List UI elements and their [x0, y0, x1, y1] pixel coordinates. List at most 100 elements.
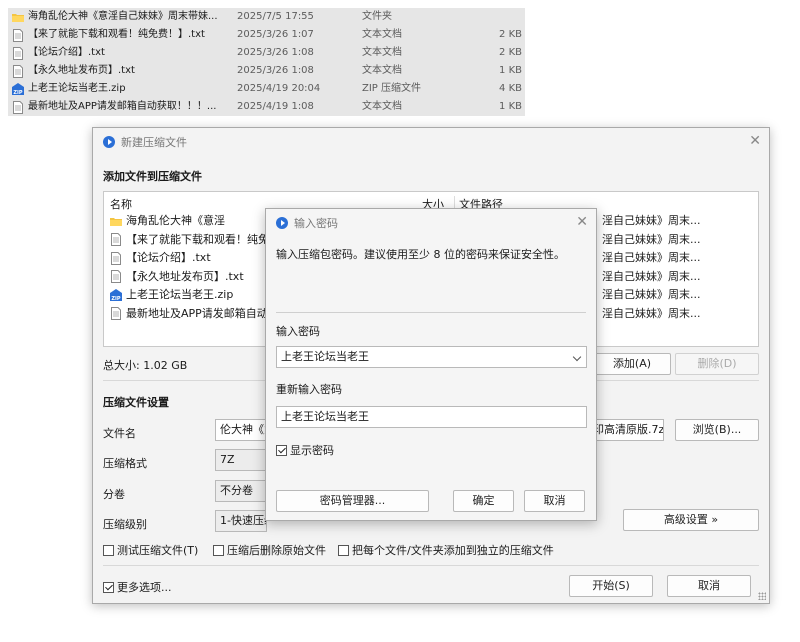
- file-size: 1 KB: [499, 65, 522, 76]
- list-item-path: 淫自己妹妹》周末...: [602, 214, 701, 227]
- list-item-path: 淫自己妹妹》周末...: [602, 232, 701, 246]
- column-header-name[interactable]: 名称: [110, 196, 132, 212]
- filename-input[interactable]: 伦大神《意: [215, 419, 267, 441]
- resize-grip-icon[interactable]: [758, 592, 766, 600]
- password-dialog-title: 输入密码: [294, 217, 338, 230]
- checkbox-box[interactable]: [213, 545, 224, 556]
- folder-icon: [12, 11, 24, 24]
- list-item-name: 最新地址及APP请发邮箱自动获: [126, 306, 279, 320]
- filename-input-tail[interactable]: 印高清原版.7z: [590, 419, 664, 441]
- list-item-name: 【论坛介绍】.txt: [126, 251, 211, 264]
- browse-button[interactable]: 浏览(B)...: [675, 419, 759, 441]
- chevron-down-icon[interactable]: [572, 352, 582, 362]
- file-date: 2025/7/5 17:55: [237, 11, 314, 22]
- checkbox-box[interactable]: [276, 445, 287, 456]
- explorer-row[interactable]: 海角乱伦大神《意淫自己妹妹》周末带妹... 2025/7/5 17:55 文件夹: [8, 8, 525, 26]
- file-name-cell: 【论坛介绍】.txt: [12, 44, 234, 62]
- app-logo-icon: [276, 217, 288, 229]
- list-item[interactable]: 【论坛介绍】.txt: [110, 249, 211, 267]
- divider: [103, 565, 759, 566]
- add-button[interactable]: 添加(A): [593, 353, 671, 375]
- password-value: 上老王论坛当老王: [281, 350, 369, 363]
- filename-label: 文件名: [103, 427, 136, 440]
- list-item[interactable]: 最新地址及APP请发邮箱自动获: [110, 305, 279, 323]
- format-select[interactable]: 7Z: [215, 449, 267, 471]
- explorer-file-list: 海角乱伦大神《意淫自己妹妹》周末带妹... 2025/7/5 17:55 文件夹 【来…: [8, 8, 525, 116]
- divider: [276, 312, 586, 313]
- cancel-button[interactable]: 取消: [667, 575, 751, 597]
- separate-archives-checkbox[interactable]: 把每个文件/文件夹添加到独立的压缩文件: [338, 542, 554, 558]
- ok-button[interactable]: 确定: [453, 490, 514, 512]
- file-name-cell: 最新地址及APP请发邮箱自动获取！！！...: [12, 98, 234, 116]
- more-options-checkbox[interactable]: 更多选项...: [103, 579, 172, 595]
- advanced-settings-button[interactable]: 高级设置 »: [623, 509, 759, 531]
- explorer-row[interactable]: 【永久地址发布页】.txt 2025/3/26 1:08 文本文档 1 KB: [8, 62, 525, 80]
- explorer-row[interactable]: ZIP 上老王论坛当老王.zip 2025/4/19 20:04 ZIP 压缩文件 4 …: [8, 80, 525, 98]
- file-type: 文件夹: [362, 11, 392, 22]
- text-file-icon: [12, 100, 24, 114]
- start-button[interactable]: 开始(S): [569, 575, 653, 597]
- explorer-row[interactable]: 【来了就能下载和观看！纯免费！】.txt 2025/3/26 1:07 文本文档 2 …: [8, 26, 525, 44]
- file-size: 2 KB: [499, 47, 522, 58]
- file-name: 【论坛介绍】.txt: [28, 47, 105, 58]
- list-item[interactable]: 【永久地址发布页】.txt: [110, 268, 244, 286]
- close-icon[interactable]: ✕: [749, 134, 761, 148]
- separate-archives-label: 把每个文件/文件夹添加到独立的压缩文件: [352, 544, 554, 557]
- password-titlebar: 输入密码: [266, 209, 596, 237]
- list-item-name: 【永久地址发布页】.txt: [126, 269, 244, 283]
- file-name-cell: 【来了就能下载和观看！纯免费！】.txt: [12, 26, 234, 44]
- list-item-path: 淫自己妹妹》周末...: [602, 251, 701, 264]
- section-add-files: 添加文件到压缩文件: [103, 170, 202, 183]
- more-options-label: 更多选项...: [117, 581, 172, 594]
- password-cancel-button[interactable]: 取消: [524, 490, 585, 512]
- explorer-row[interactable]: 【论坛介绍】.txt 2025/3/26 1:08 文本文档 2 KB: [8, 44, 525, 62]
- password-label: 输入密码: [276, 325, 320, 338]
- level-select[interactable]: 1-快速压缩: [215, 510, 267, 532]
- folder-icon: [110, 215, 122, 228]
- file-size: 2 KB: [499, 29, 522, 40]
- file-size: 4 KB: [499, 83, 522, 94]
- file-date: 2025/3/26 1:08: [237, 65, 314, 76]
- repeat-password-input[interactable]: 上老王论坛当老王: [276, 406, 587, 428]
- file-size: 1 KB: [499, 101, 522, 112]
- delete-source-checkbox[interactable]: 压缩后删除原始文件: [213, 542, 326, 558]
- list-item[interactable]: ZIP 上老王论坛当老王.zip: [110, 286, 233, 304]
- file-date: 2025/3/26 1:08: [237, 47, 314, 58]
- password-dialog: 输入密码 ✕ 输入压缩包密码。建议使用至少 8 位的密码来保证安全性。 输入密码…: [265, 208, 597, 521]
- text-file-icon: [12, 28, 24, 42]
- test-archive-checkbox[interactable]: 测试压缩文件(T): [103, 542, 198, 558]
- file-name: 【永久地址发布页】.txt: [28, 65, 135, 76]
- password-input[interactable]: 上老王论坛当老王: [276, 346, 587, 368]
- checkbox-box[interactable]: [338, 545, 349, 556]
- list-item-name: 海角乱伦大神《意淫: [126, 214, 225, 227]
- dialog-title: 新建压缩文件: [121, 136, 187, 149]
- file-date: 2025/3/26 1:07: [237, 29, 314, 40]
- list-item-path: 淫自己妹妹》周末...: [602, 306, 701, 320]
- list-item[interactable]: 海角乱伦大神《意淫: [110, 212, 225, 230]
- list-item-path: 淫自己妹妹》周末...: [602, 269, 701, 283]
- text-file-icon: [12, 64, 24, 78]
- checkbox-box[interactable]: [103, 545, 114, 556]
- volume-label: 分卷: [103, 488, 125, 501]
- section-archive-settings: 压缩文件设置: [103, 396, 169, 409]
- text-file-icon: [110, 307, 122, 320]
- zip-archive-icon: ZIP: [110, 288, 122, 302]
- svg-text:ZIP: ZIP: [13, 90, 22, 96]
- file-date: 2025/4/19 20:04: [237, 83, 321, 94]
- list-item[interactable]: 【来了就能下载和观看！纯免费: [110, 231, 280, 249]
- password-manager-button[interactable]: 密码管理器...: [276, 490, 429, 512]
- volume-select[interactable]: 不分卷: [215, 480, 267, 502]
- checkbox-box[interactable]: [103, 582, 114, 593]
- file-name-cell: 【永久地址发布页】.txt: [12, 62, 234, 80]
- close-icon[interactable]: ✕: [576, 215, 588, 229]
- delete-button[interactable]: 删除(D): [675, 353, 759, 375]
- text-file-icon: [110, 233, 122, 246]
- list-item-name: 【来了就能下载和观看！纯免费: [126, 232, 280, 246]
- show-password-checkbox[interactable]: 显示密码: [276, 442, 334, 458]
- explorer-row[interactable]: 最新地址及APP请发邮箱自动获取！！！... 2025/4/19 1:08 文本文档…: [8, 98, 525, 116]
- test-archive-label: 测试压缩文件(T): [117, 544, 199, 557]
- file-name-cell: ZIP 上老王论坛当老王.zip: [12, 80, 234, 98]
- total-size-label: 总大小: 1.02 GB: [103, 359, 188, 372]
- file-name: 【来了就能下载和观看！纯免费！】.txt: [28, 29, 205, 40]
- text-file-icon: [110, 270, 122, 283]
